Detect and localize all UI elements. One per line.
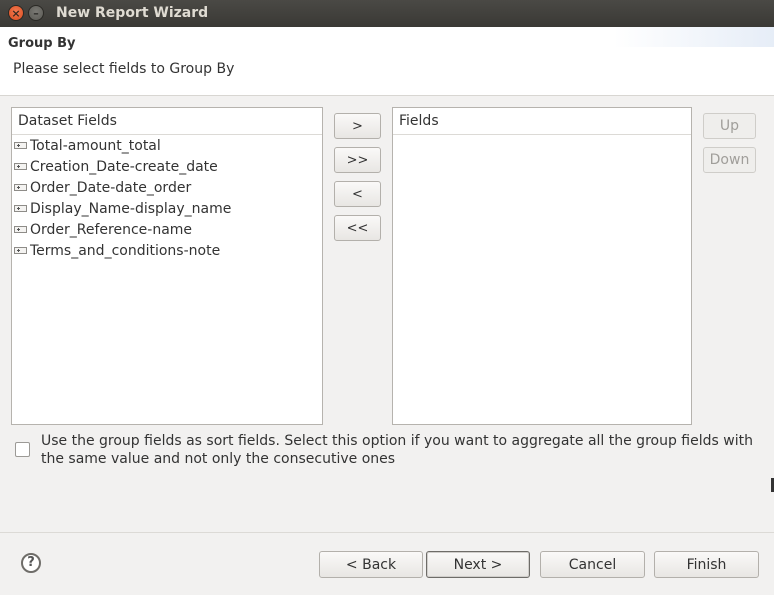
dataset-fields-header[interactable]: Dataset Fields xyxy=(12,108,322,135)
remove-all-fields-button[interactable]: << xyxy=(334,215,381,241)
dataset-field-label: Total-amount_total xyxy=(30,138,161,154)
cancel-button[interactable]: Cancel xyxy=(540,551,645,578)
expand-icon[interactable] xyxy=(14,142,27,149)
finish-button[interactable]: Finish xyxy=(654,551,759,578)
list-item[interactable]: Total-amount_total xyxy=(14,136,161,157)
dataset-field-label: Order_Date-date_order xyxy=(30,180,192,196)
add-field-button[interactable]: > xyxy=(334,113,381,139)
page-subtitle: Please select fields to Group By xyxy=(13,61,235,77)
wizard-header: Group By Please select fields to Group B… xyxy=(0,27,774,96)
dataset-field-label: Display_Name-display_name xyxy=(30,201,232,217)
back-button[interactable]: < Back xyxy=(319,551,423,578)
close-window-button[interactable]: × xyxy=(8,5,24,21)
move-down-button[interactable]: Down xyxy=(703,147,756,173)
dataset-field-label: Order_Reference-name xyxy=(30,222,193,238)
page-title: Group By xyxy=(8,36,76,51)
expand-icon[interactable] xyxy=(14,226,27,233)
remove-field-button[interactable]: < xyxy=(334,181,381,207)
expand-icon[interactable] xyxy=(14,247,27,254)
list-item[interactable]: Terms_and_conditions-note xyxy=(14,241,220,262)
dataset-field-label: Terms_and_conditions-note xyxy=(30,243,221,259)
minimize-window-button[interactable]: – xyxy=(28,5,44,21)
sort-fields-label[interactable]: Use the group fields as sort fields. Sel… xyxy=(41,432,766,468)
next-button[interactable]: Next > xyxy=(426,551,530,578)
help-icon[interactable]: ? xyxy=(21,553,41,573)
dataset-fields-list[interactable]: Dataset Fields Total-amount_total Creati… xyxy=(11,107,323,425)
move-up-button[interactable]: Up xyxy=(703,113,756,139)
list-item[interactable]: Order_Reference-name xyxy=(14,220,192,241)
expand-icon[interactable] xyxy=(14,205,27,212)
list-item[interactable]: Creation_Date-create_date xyxy=(14,157,218,178)
sort-fields-checkbox[interactable] xyxy=(15,442,30,457)
expand-icon[interactable] xyxy=(14,163,27,170)
footer-divider xyxy=(0,532,774,533)
add-all-fields-button[interactable]: >> xyxy=(334,147,381,173)
fields-list[interactable]: Fields xyxy=(392,107,692,425)
close-icon: × xyxy=(11,7,21,20)
fields-header[interactable]: Fields xyxy=(393,108,691,135)
minimize-icon: – xyxy=(33,7,39,20)
window-title: New Report Wizard xyxy=(56,5,209,21)
title-bar: × – New Report Wizard xyxy=(0,0,774,27)
dataset-field-label: Creation_Date-create_date xyxy=(30,159,218,175)
list-item[interactable]: Order_Date-date_order xyxy=(14,178,191,199)
expand-icon[interactable] xyxy=(14,184,27,191)
list-item[interactable]: Display_Name-display_name xyxy=(14,199,231,220)
